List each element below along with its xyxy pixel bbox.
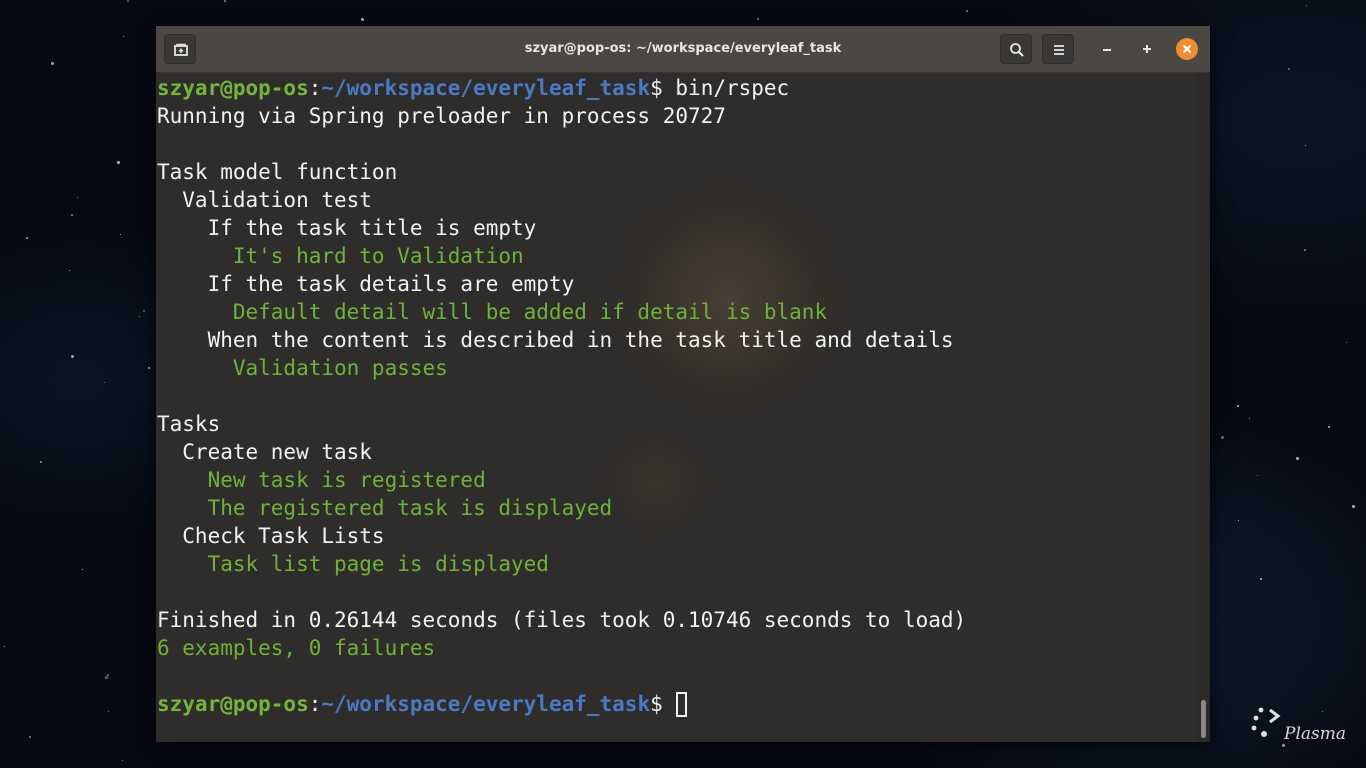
star xyxy=(123,36,124,37)
prompt-separator: : xyxy=(308,76,322,100)
output-line: If the task title is empty xyxy=(157,216,537,240)
output-line: Check Task Lists xyxy=(157,524,385,548)
close-button[interactable] xyxy=(1176,38,1198,60)
output-line: Task list page is displayed xyxy=(157,552,549,576)
prompt-user: szyar@pop-os xyxy=(157,76,309,100)
output-line: Validation passes xyxy=(157,356,448,380)
star xyxy=(71,355,74,358)
title-bar[interactable]: szyar@pop-os: ~/workspace/everyleaf_task xyxy=(156,26,1210,73)
star xyxy=(1328,426,1330,428)
star xyxy=(104,382,105,383)
star xyxy=(1288,68,1290,70)
hamburger-menu-icon xyxy=(1054,45,1064,55)
star xyxy=(26,237,28,239)
star xyxy=(1260,578,1262,580)
close-icon xyxy=(1182,44,1192,54)
output-line: Finished in 0.26144 seconds (files took … xyxy=(157,608,967,632)
plasma-branding: Plasma xyxy=(1284,724,1346,744)
output-line: Validation test xyxy=(157,188,372,212)
star xyxy=(757,18,759,20)
output-line: Create new task xyxy=(157,440,372,464)
output-line: New task is registered xyxy=(157,468,486,492)
star xyxy=(1305,145,1306,146)
terminal-window[interactable]: szyar@pop-os: ~/workspace/everyleaf_task xyxy=(156,26,1210,742)
scrollbar-thumb[interactable] xyxy=(1201,700,1206,738)
menu-button[interactable] xyxy=(1042,34,1074,64)
star xyxy=(224,0,226,2)
minimize-button[interactable] xyxy=(1096,38,1118,60)
output-line: It's hard to Validation xyxy=(157,244,524,268)
star xyxy=(966,10,968,12)
prompt-user: szyar@pop-os xyxy=(157,692,309,716)
star xyxy=(361,18,364,21)
star xyxy=(40,461,42,463)
star xyxy=(1306,5,1307,6)
star xyxy=(1238,520,1239,521)
prompt-line-current[interactable]: szyar@pop-os:~/workspace/everyleaf_task$ xyxy=(157,690,688,718)
search-button[interactable] xyxy=(1000,34,1032,64)
command-text: bin/rspec xyxy=(662,76,790,100)
output-line: Default detail will be added if detail i… xyxy=(157,300,828,324)
output-line: If the task details are empty xyxy=(157,272,575,296)
star xyxy=(1352,505,1355,508)
star xyxy=(139,316,140,317)
scrollbar[interactable] xyxy=(1197,73,1210,742)
output-line: Tasks xyxy=(157,412,221,436)
star xyxy=(69,270,70,271)
star xyxy=(1296,457,1299,460)
new-tab-icon xyxy=(174,43,188,56)
maximize-icon xyxy=(1143,45,1151,53)
star xyxy=(127,0,129,2)
star xyxy=(122,760,123,761)
star xyxy=(77,197,78,198)
star xyxy=(148,367,150,369)
star xyxy=(29,736,31,738)
text-cursor xyxy=(676,692,688,717)
star xyxy=(143,310,145,312)
prompt-path: ~/workspace/everyleaf_task xyxy=(321,76,651,100)
output-line: Task model function xyxy=(157,160,398,184)
star xyxy=(108,711,109,712)
star xyxy=(4,646,5,647)
star xyxy=(120,234,121,235)
minimize-icon xyxy=(1103,49,1111,51)
star xyxy=(1304,249,1306,251)
prompt-separator: : xyxy=(308,692,322,716)
search-icon xyxy=(1010,43,1024,57)
output-line: 6 examples, 0 failures xyxy=(157,636,436,660)
star xyxy=(1221,436,1224,439)
desktop-background: szyar@pop-os: ~/workspace/everyleaf_task xyxy=(0,0,1366,768)
star xyxy=(105,676,108,679)
star xyxy=(1257,475,1258,476)
output-line: The registered task is displayed xyxy=(157,496,613,520)
star xyxy=(82,569,83,570)
prompt-symbol: $ xyxy=(650,76,663,100)
terminal-output[interactable]: szyar@pop-os:~/workspace/everyleaf_task$… xyxy=(156,73,1197,742)
output-line: Running via Spring preloader in process … xyxy=(157,104,726,128)
star xyxy=(117,161,120,164)
star xyxy=(71,214,73,216)
maximize-button[interactable] xyxy=(1136,38,1158,60)
prompt-path: ~/workspace/everyleaf_task xyxy=(321,692,651,716)
prompt-line-top: szyar@pop-os:~/workspace/everyleaf_task$… xyxy=(157,74,789,102)
star xyxy=(51,62,54,65)
star xyxy=(1249,418,1250,419)
star xyxy=(1237,405,1239,407)
new-tab-button[interactable] xyxy=(164,34,196,64)
output-line: When the content is described in the tas… xyxy=(157,328,954,352)
star xyxy=(1346,342,1347,343)
prompt-symbol: $ xyxy=(650,692,663,716)
